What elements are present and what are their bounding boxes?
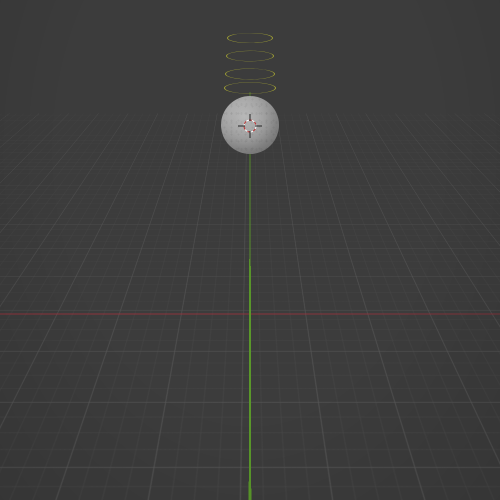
sphere-mesh[interactable]	[221, 96, 279, 154]
empty-circle-4[interactable]	[227, 33, 273, 43]
3d-viewport[interactable]	[0, 0, 500, 500]
scene-root	[0, 249, 500, 500]
empty-circle-3[interactable]	[226, 51, 274, 62]
empty-circle-1[interactable]	[224, 82, 276, 93]
empty-circle-2[interactable]	[225, 69, 275, 80]
